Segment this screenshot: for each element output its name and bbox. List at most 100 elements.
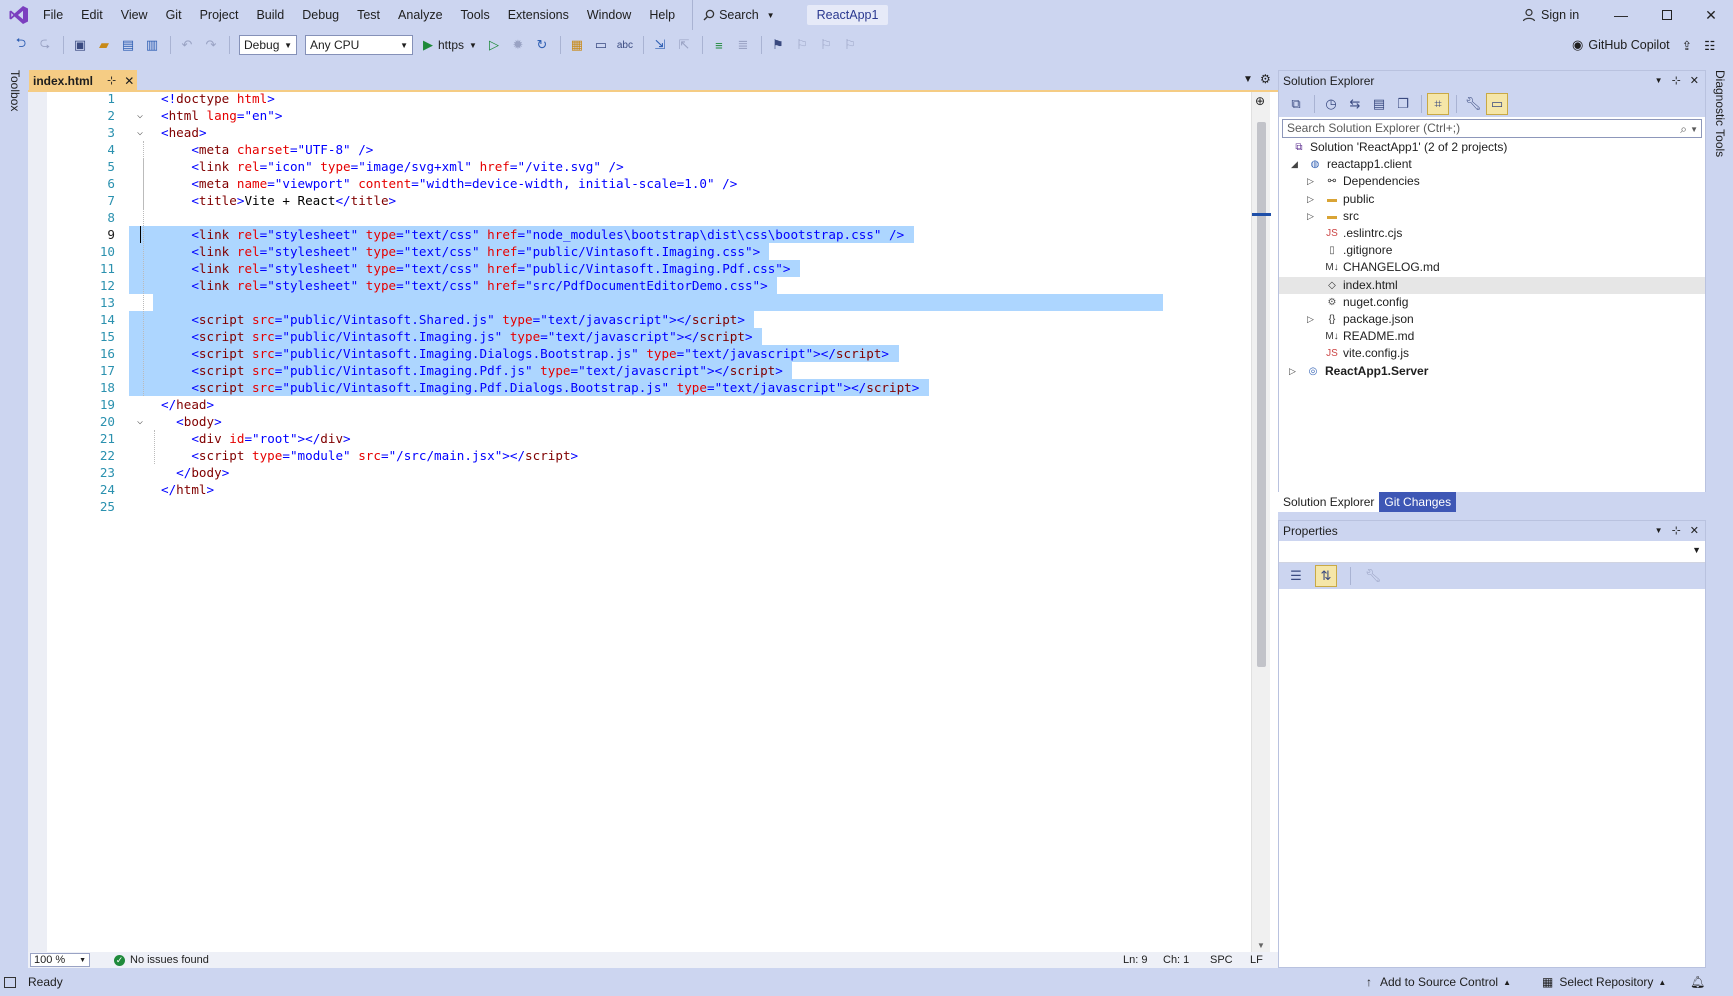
sync-icon[interactable]: ⇆ [1344,93,1366,115]
menu-window[interactable]: Window [578,0,640,30]
code-line[interactable]: 5 <link rel="icon" type="image/svg+xml" … [47,158,1247,175]
code-line[interactable]: 25 [47,498,1247,515]
tree-item[interactable]: ◢ ◍ reactapp1.client [1279,156,1705,173]
refresh-icon[interactable]: ↻ [531,34,553,56]
code-line[interactable]: 15 <script src="public/Vintasoft.Imaging… [47,328,1247,345]
code-line[interactable]: 14 <script src="public/Vintasoft.Shared.… [47,311,1247,328]
code-line[interactable]: 3 ⌵ <head> [47,124,1247,141]
code-line[interactable]: 23 </body> [47,464,1247,481]
close-window-button[interactable]: ✕ [1689,0,1733,30]
property-pages-icon[interactable]: 🔧︎ [1362,565,1384,587]
pin-icon[interactable]: ⊹ [1672,521,1681,541]
code-line[interactable]: 12 <link rel="stylesheet" type="text/css… [47,277,1247,294]
code-line[interactable]: 1 <!doctype html> [47,90,1247,107]
diagnostic-tools-tab[interactable]: Diagnostic Tools [1713,70,1727,157]
forward-icon[interactable]: ⮎ [34,34,56,56]
tree-item[interactable]: JS .eslintrc.cjs [1279,225,1705,242]
code-line[interactable]: 4 <meta charset="UTF-8" /> [47,141,1247,158]
tree-item[interactable]: M↓ README.md [1279,328,1705,345]
code-line[interactable]: 19 </head> [47,396,1247,413]
menu-analyze[interactable]: Analyze [389,0,451,30]
menu-debug[interactable]: Debug [293,0,348,30]
menu-project[interactable]: Project [191,0,248,30]
zoom-select[interactable]: 100 % ▼ [30,953,90,967]
menu-help[interactable]: Help [640,0,684,30]
split-editor-icon[interactable]: ⊕ [1255,94,1265,108]
menu-file[interactable]: File [34,0,72,30]
fold-chevron-icon[interactable]: ⌵ [137,107,143,124]
code-line[interactable]: 10 <link rel="stylesheet" type="text/css… [47,243,1247,260]
tree-item[interactable]: ▷ ▬ src [1279,208,1705,225]
start-without-debugging-icon[interactable]: ▷ [483,34,505,56]
pin-icon[interactable]: ⊹ [1672,71,1681,91]
preview-icon[interactable]: ▭ [1486,93,1508,115]
vertical-scrollbar[interactable]: ⊕ ▼ [1251,92,1271,952]
layout-icon[interactable]: ▭ [590,34,612,56]
hot-reload-icon[interactable]: ✹ [507,34,529,56]
menu-tools[interactable]: Tools [452,0,499,30]
tree-item[interactable]: ⧉ Solution 'ReactApp1' (2 of 2 projects) [1279,139,1705,156]
save-icon[interactable]: ▤ [117,34,139,56]
code-line[interactable]: 18 <script src="public/Vintasoft.Imaging… [47,379,1247,396]
format-icon[interactable]: ⇱ [673,34,695,56]
comment-icon[interactable]: ≡ [708,34,730,56]
configuration-select[interactable]: Debug ▼ [239,35,297,55]
collapsed-icon[interactable]: ▷ [1307,172,1314,191]
code-line[interactable]: 20 ⌵ <body> [47,413,1247,430]
spell-check-icon[interactable]: abc [614,34,636,56]
tab-git-changes[interactable]: Git Changes [1379,492,1457,512]
tab-list-dropdown-icon[interactable]: ▼ [1243,74,1253,85]
undo-icon[interactable]: ↶ [176,34,198,56]
tree-item[interactable]: JS vite.config.js [1279,345,1705,362]
scrollbar-thumb[interactable] [1257,122,1266,667]
code-line[interactable]: 21 <div id="root"></div> [47,430,1247,447]
chevron-down-icon[interactable]: ▼ [1655,521,1663,541]
toolbox-tab[interactable]: Toolbox [8,70,22,111]
line-number-status[interactable]: Ln: 9 [1123,952,1147,968]
chevron-down-icon[interactable]: ▼ [1655,71,1663,91]
uncomment-icon[interactable]: ≣ [732,34,754,56]
menu-view[interactable]: View [112,0,157,30]
tree-item[interactable]: ▷ ◎ ReactApp1.Server [1279,363,1705,380]
sign-in-button[interactable]: Sign in [1522,0,1579,30]
column-status[interactable]: Ch: 1 [1163,952,1189,968]
collapsed-icon[interactable]: ▷ [1307,207,1314,226]
menu-edit[interactable]: Edit [72,0,112,30]
search-box[interactable]: Search ▼ [692,0,789,30]
save-all-icon[interactable]: ▥ [141,34,163,56]
step-icon[interactable]: ⇲ [649,34,671,56]
tree-item[interactable]: ▷ {} package.json [1279,311,1705,328]
solution-explorer-search-input[interactable]: Search Solution Explorer (Ctrl+;) ⌕ ▼ [1282,119,1702,138]
filter-icon[interactable]: ⌗ [1427,93,1449,115]
code-editor[interactable]: 1 <!doctype html> 2 ⌵ <html lang="en"> 3 ⌵ <hea… [28,90,1278,952]
code-line[interactable]: 9 <link rel="stylesheet" type="text/css"… [47,226,1247,243]
new-project-icon[interactable]: ▣ [69,34,91,56]
fold-chevron-icon[interactable]: ⌵ [137,413,143,430]
menu-test[interactable]: Test [348,0,389,30]
add-to-source-control-button[interactable]: ↑ Add to Source Control ▲ [1366,968,1511,996]
issues-indicator[interactable]: ✓ No issues found [114,954,209,966]
whitespace-status[interactable]: SPC [1210,952,1233,968]
tab-solution-explorer[interactable]: Solution Explorer [1278,492,1380,512]
code-line[interactable]: 22 <script type="module" src="/src/main.… [47,447,1247,464]
close-icon[interactable]: ✕ [1690,521,1699,541]
chevron-down-icon[interactable]: ▼ [1690,121,1698,138]
tree-item[interactable]: M↓ CHANGELOG.md [1279,259,1705,276]
menu-git[interactable]: Git [157,0,191,30]
minimize-button[interactable]: — [1598,0,1644,30]
tree-item[interactable]: ◇ index.html [1279,276,1705,294]
bookmark-icon[interactable]: ⚑ [767,34,789,56]
code-line[interactable]: 17 <script src="public/Vintasoft.Imaging… [47,362,1247,379]
pin-icon[interactable]: ⊹ [107,74,116,87]
menu-extensions[interactable]: Extensions [499,0,578,30]
github-copilot-button[interactable]: ◉ GitHub Copilot ⇪ ☷ [1572,30,1715,60]
collapsed-icon[interactable]: ▷ [1307,310,1314,329]
code-line[interactable]: 16 <script src="public/Vintasoft.Imaging… [47,345,1247,362]
prev-bookmark-icon[interactable]: ⚐ [791,34,813,56]
clear-bookmarks-icon[interactable]: ⚐ [839,34,861,56]
expanded-icon[interactable]: ◢ [1291,155,1298,174]
tab-index-html[interactable]: index.html ⊹ ✕ [29,70,137,91]
start-debugging-button[interactable]: ▶ https ▼ [423,37,477,53]
redo-icon[interactable]: ↷ [200,34,222,56]
properties-icon[interactable]: 🔧︎ [1462,93,1484,115]
